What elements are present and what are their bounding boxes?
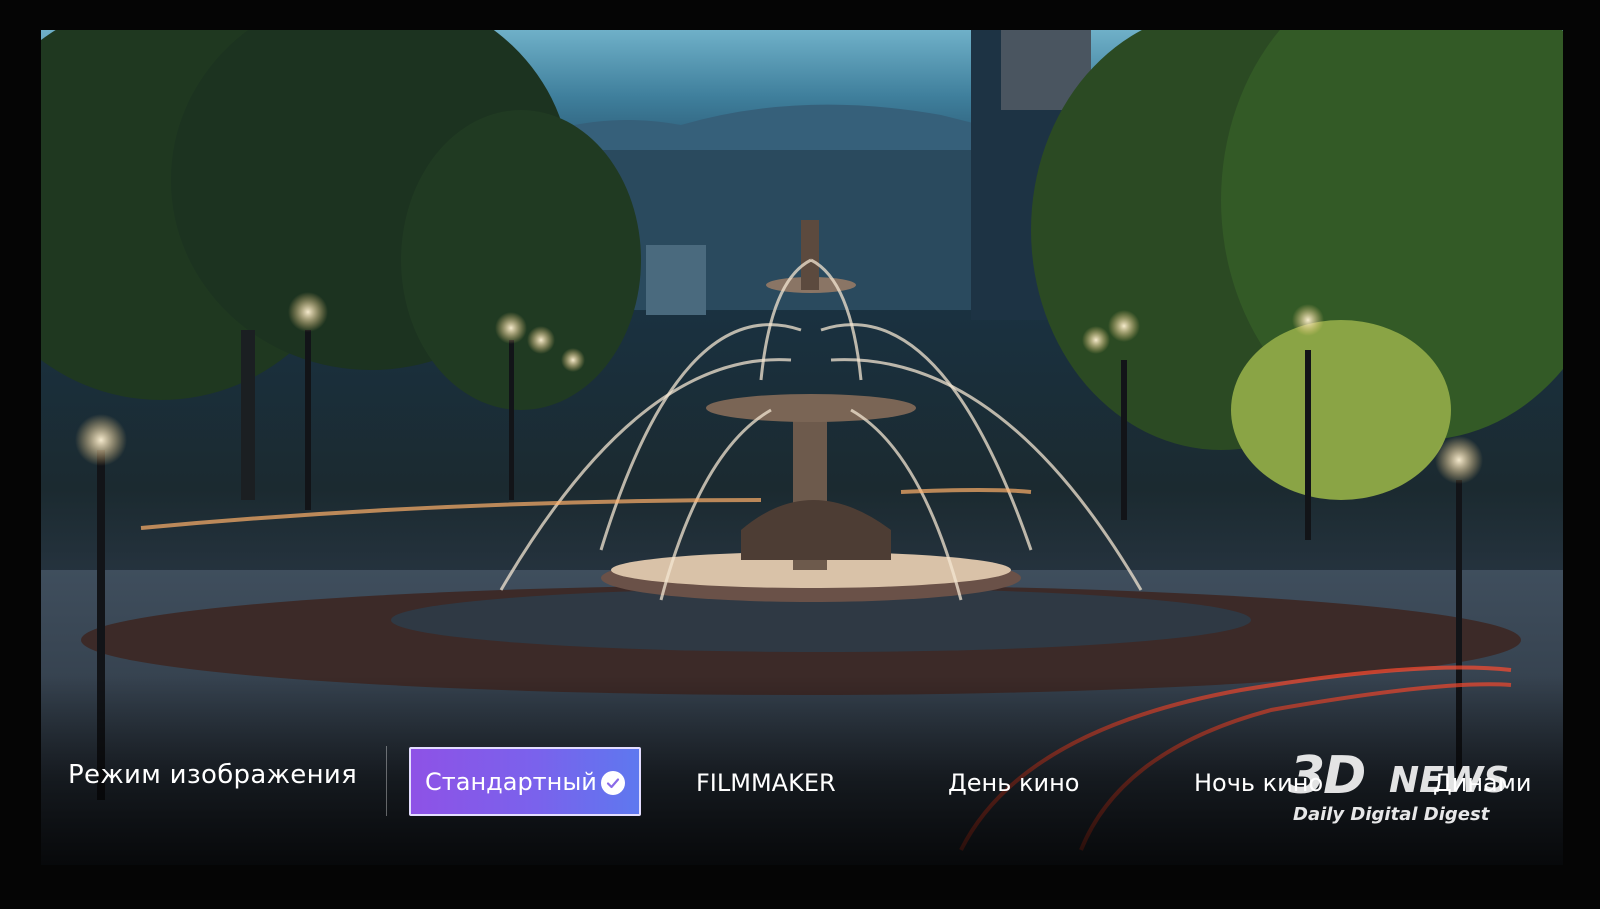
menu-title: Режим изображения xyxy=(68,760,358,790)
check-circle-icon xyxy=(601,771,625,795)
option-filmmaker[interactable]: FILMMAKER xyxy=(696,748,836,818)
option-standard[interactable]: Стандартный xyxy=(409,747,641,816)
watermark-brand: NEWS xyxy=(1389,760,1510,801)
watermark-tagline: Daily Digital Digest xyxy=(1293,804,1490,825)
option-label: День кино xyxy=(948,769,1080,797)
option-label: Стандартный xyxy=(425,767,597,796)
3dnews-watermark: 3D NEWS Daily Digital Digest xyxy=(1289,740,1539,830)
option-day-cinema[interactable]: День кино xyxy=(948,748,1079,818)
tv-screen: Режим изображения Стандартный FILMMAKER … xyxy=(41,30,1563,865)
menu-divider xyxy=(386,746,387,816)
option-label: FILMMAKER xyxy=(696,769,836,797)
watermark-logo: 3D xyxy=(1289,746,1366,806)
